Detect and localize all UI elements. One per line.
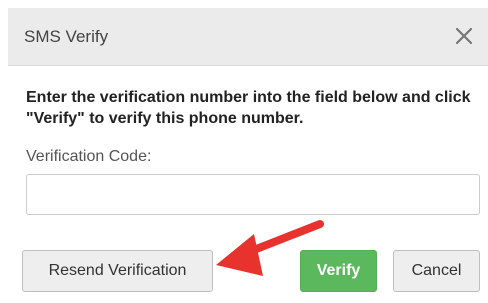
verification-code-input[interactable]: [26, 174, 480, 215]
verification-code-label: Verification Code:: [26, 148, 152, 165]
sms-verify-dialog: SMS Verify Enter the verification number…: [0, 0, 488, 303]
close-icon: [455, 27, 473, 45]
instructions-text: Enter the verification number into the f…: [26, 89, 471, 127]
resend-verification-button[interactable]: Resend Verification: [22, 250, 213, 292]
close-button[interactable]: [452, 24, 476, 48]
dialog-header: SMS Verify: [8, 8, 488, 66]
dialog-title: SMS Verify: [24, 27, 109, 46]
cancel-button[interactable]: Cancel: [393, 250, 480, 292]
verify-button[interactable]: Verify: [300, 250, 377, 292]
